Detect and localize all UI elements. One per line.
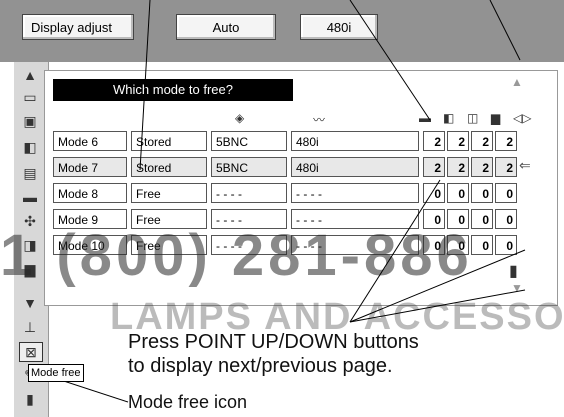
mode-free-tooltip: Mode free [28, 364, 84, 382]
instruction-text: Press POINT UP/DOWN buttons to display n… [128, 330, 419, 378]
instruction-line-2: to display next/previous page. [128, 355, 393, 377]
mode-free-icon-caption: Mode free icon [128, 392, 248, 412]
instruction-line-1: Press POINT UP/DOWN buttons [128, 331, 419, 353]
